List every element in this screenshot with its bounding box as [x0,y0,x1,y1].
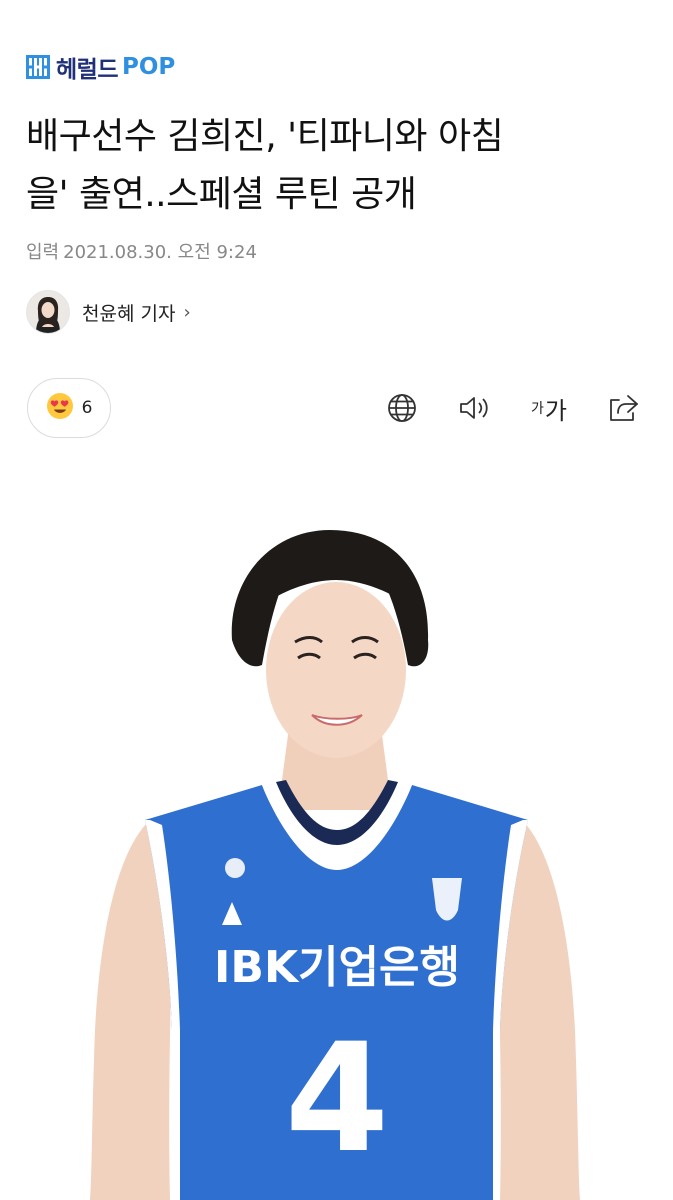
heart-eyes-emoji-icon [46,392,74,424]
share-button[interactable] [604,390,644,426]
chevron-right-icon: › [183,301,191,323]
reporter-byline[interactable]: 천윤혜 기자 › [26,290,191,334]
jersey-number: 4 [285,1012,389,1186]
jersey-sponsor: IBK기업은행 [214,942,460,993]
date-label: 입력 [26,242,60,263]
article-title-line2: 을' 출연..스페셜 루틴 공개 [26,174,417,215]
font-size-large-label: 가 [544,396,567,425]
avatar [26,290,70,334]
font-size-button[interactable]: 가가 [526,390,572,426]
article-photo: IBK기업은행 4 [0,470,673,1200]
logo-mark-icon [26,55,50,79]
globe-icon [388,394,416,422]
read-aloud-button[interactable] [456,390,496,426]
logo-name: 헤럴드 [56,57,118,83]
font-size-small-label: 가 [531,401,544,417]
reporter-name: 천윤혜 기자 [82,302,176,325]
article-title-line1: 배구선수 김희진, '티파니와 아침 [26,116,504,157]
site-logo[interactable]: 헤럴드 POP [26,53,176,83]
reaction-button[interactable]: 6 [27,378,111,438]
logo-suffix: POP [121,54,176,80]
date-value: 2021.08.30. 오전 9:24 [63,242,257,263]
reaction-count: 6 [81,398,93,418]
article-date: 입력 2021.08.30. 오전 9:24 [26,238,257,264]
speaker-icon [460,397,488,419]
article-title: 배구선수 김희진, '티파니와 아침 을' 출연..스페셜 루틴 공개 [26,108,656,224]
share-icon [610,395,638,421]
translate-button[interactable] [384,390,420,426]
